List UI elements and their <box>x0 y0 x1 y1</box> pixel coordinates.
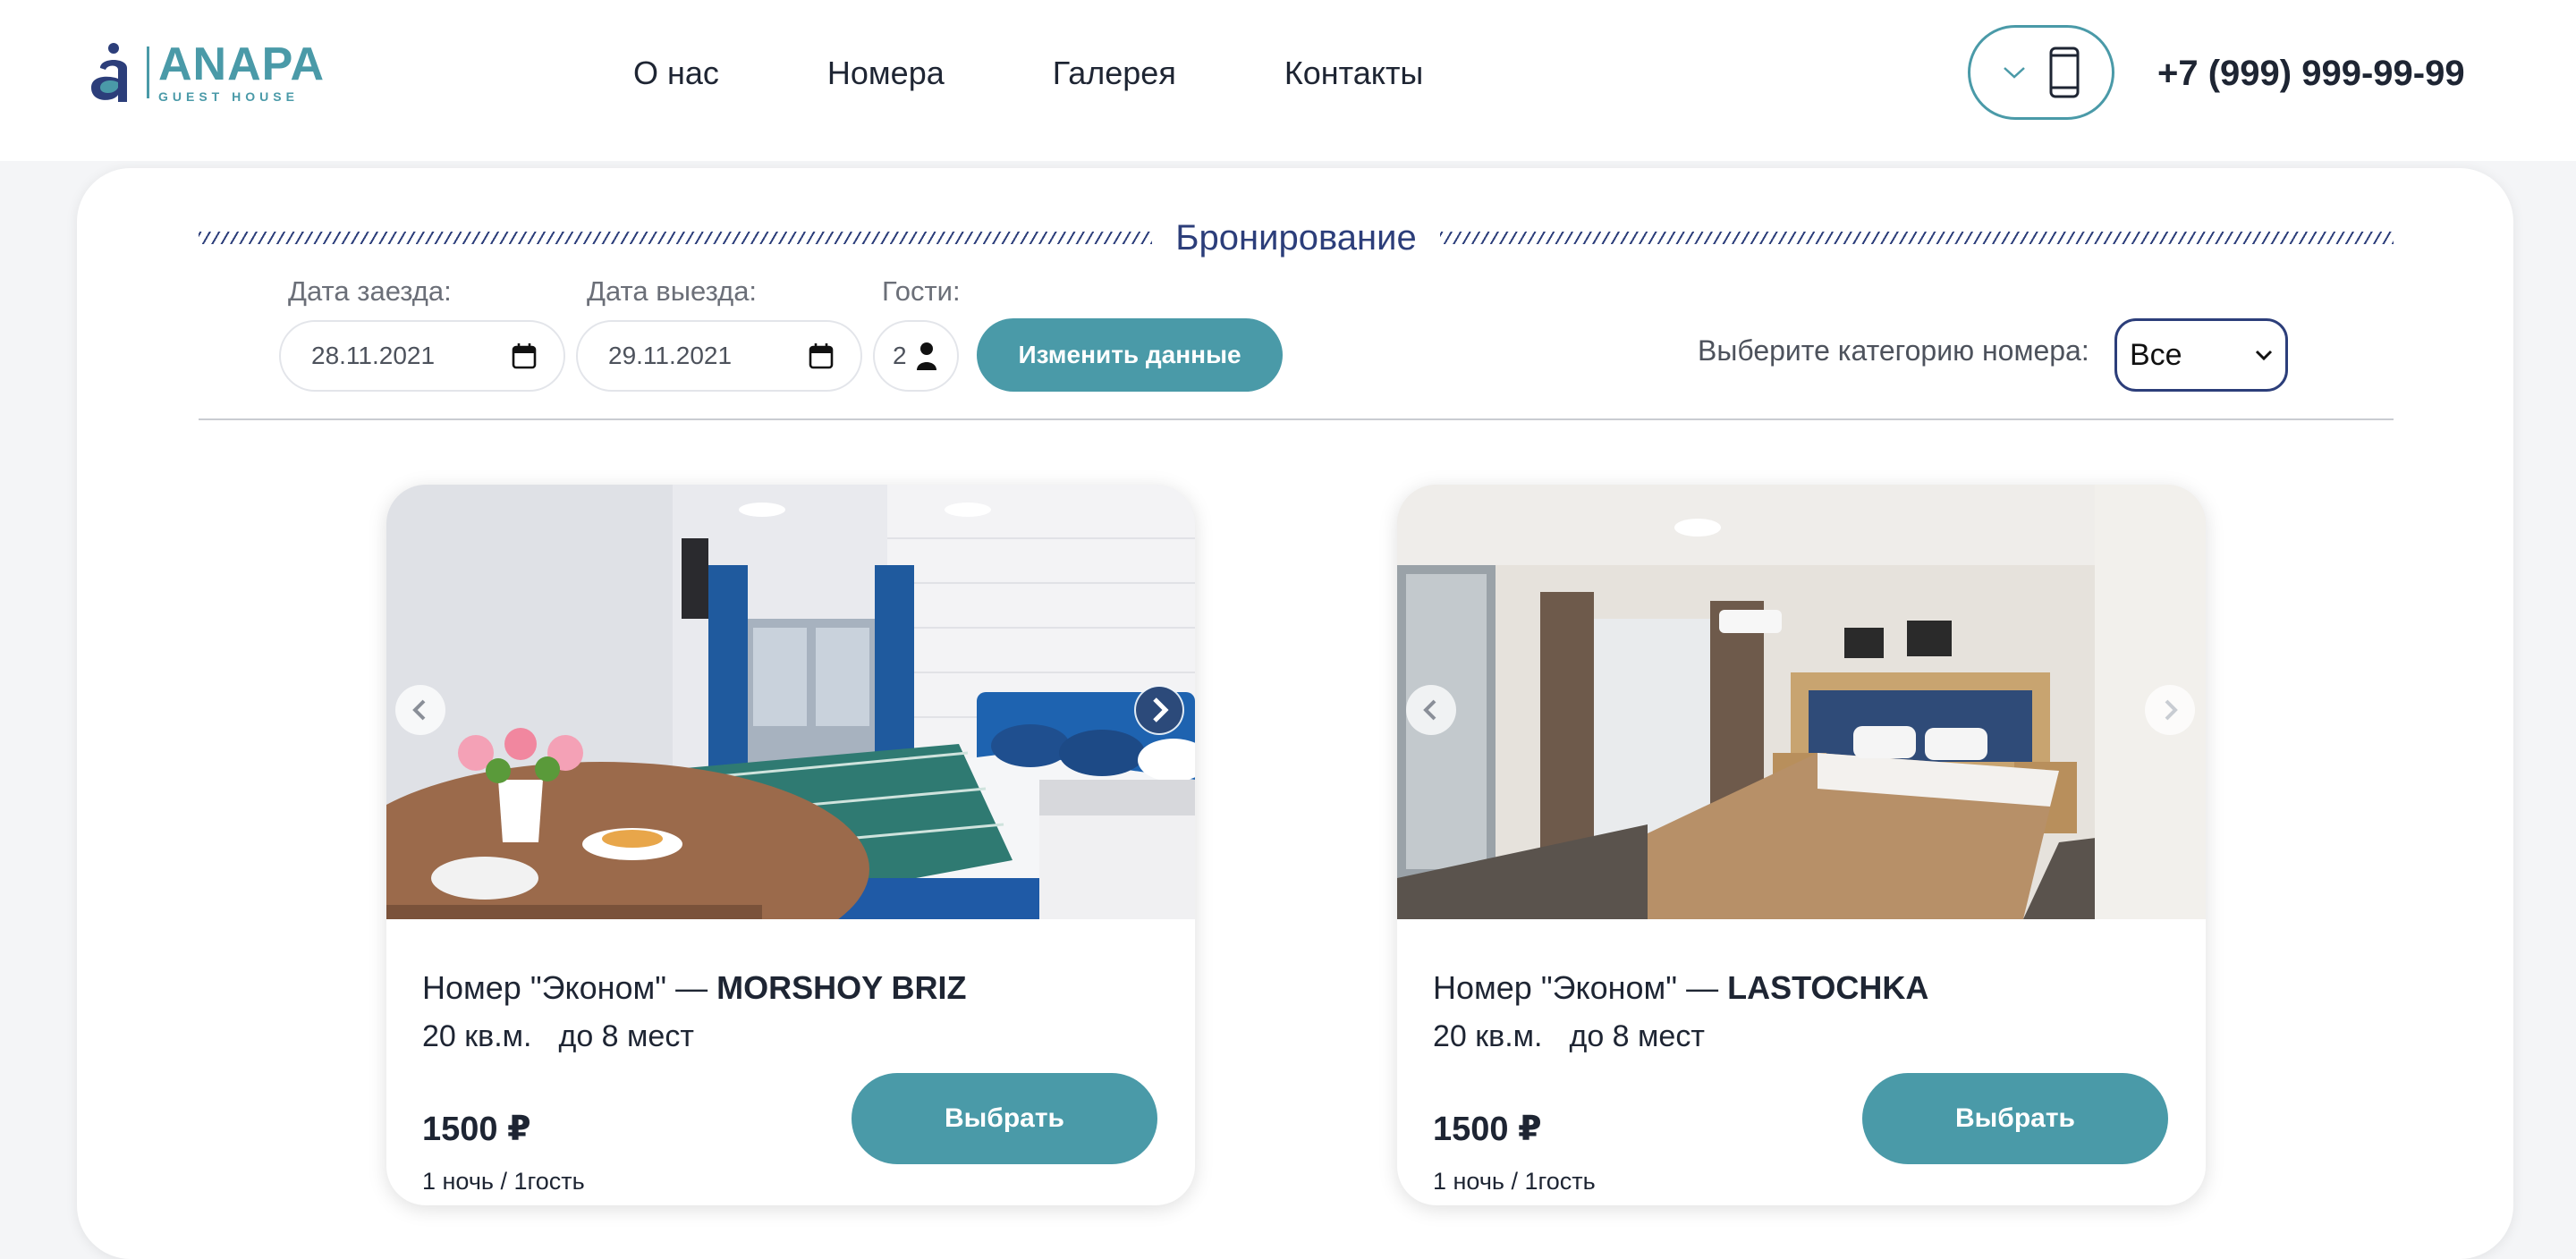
room-specs: 20 кв.м. до 8 мест <box>422 1019 694 1054</box>
carousel-next-button[interactable] <box>2145 685 2195 735</box>
category-select[interactable]: Все <box>2114 318 2288 392</box>
logo-name: ANAPA <box>158 38 326 90</box>
room-title: Номер "Эконом" — LASTOCHKA <box>1433 969 1928 1007</box>
guests-input[interactable]: 2 <box>873 320 959 392</box>
room-title: Номер "Эконом" — MORSHOY BRIZ <box>422 969 966 1007</box>
booking-panel: Бронирование Дата заезда: 28.11.2021 Дат… <box>77 168 2513 1259</box>
carousel-next-button[interactable] <box>1134 685 1184 735</box>
chevron-right-icon <box>1136 687 1182 733</box>
room-type: Номер "Эконом" — <box>422 969 717 1006</box>
booking-heading: Бронирование <box>199 209 2394 266</box>
calendar-icon[interactable] <box>809 342 834 369</box>
nav-link-gallery[interactable]: Галерея <box>1053 50 1176 97</box>
chevron-down-icon <box>2004 67 2025 79</box>
heading-hatch-left <box>199 232 1153 244</box>
category-label: Выберите категорию номера: <box>1698 334 2089 367</box>
room-capacity: до 8 мест <box>1569 1019 1705 1053</box>
heading-hatch-right <box>1439 232 2394 244</box>
chevron-right-icon <box>2165 699 2178 721</box>
category-selected-value: Все <box>2130 337 2182 372</box>
checkout-date-input[interactable]: 29.11.2021 <box>576 320 862 392</box>
room-photo-morshoy-briz <box>386 485 1195 919</box>
room-name: LASTOCHKA <box>1727 969 1929 1006</box>
logo[interactable]: ANAPA GUEST HOUSE <box>88 41 325 104</box>
price-unit: 1 ночь / 1гость <box>1433 1168 1596 1195</box>
room-card: Номер "Эконом" — LASTOCHKA 20 кв.м. до 8… <box>1397 485 2206 1205</box>
person-icon <box>916 342 936 370</box>
select-room-button[interactable]: Выбрать <box>1862 1073 2168 1164</box>
checkin-date-input[interactable]: 28.11.2021 <box>279 320 565 392</box>
smartphone-icon <box>2049 46 2080 98</box>
checkin-date-value: 28.11.2021 <box>311 342 436 369</box>
guests-value: 2 <box>893 342 907 369</box>
carousel-prev-button[interactable] <box>395 685 445 735</box>
price-unit: 1 ночь / 1гость <box>422 1168 585 1195</box>
checkin-label: Дата заезда: <box>288 275 452 307</box>
room-card: Номер "Эконом" — MORSHOY BRIZ 20 кв.м. д… <box>386 485 1195 1205</box>
chevron-left-icon <box>412 699 426 721</box>
guests-label: Гости: <box>882 275 961 307</box>
booking-title: Бронирование <box>1175 218 1417 258</box>
nav-link-about[interactable]: О нас <box>633 50 719 97</box>
room-price: 1500 ₽ <box>1433 1111 1542 1148</box>
nav-link-contacts[interactable]: Контакты <box>1284 50 1424 97</box>
carousel-prev-button[interactable] <box>1406 685 1456 735</box>
room-type: Номер "Эконом" — <box>1433 969 1728 1006</box>
room-capacity: до 8 мест <box>558 1019 694 1053</box>
divider <box>199 418 2394 420</box>
change-data-button[interactable]: Изменить данные <box>977 318 1283 392</box>
room-name: MORSHOY BRIZ <box>716 969 967 1006</box>
logo-divider <box>147 46 149 98</box>
room-area: 20 кв.м. <box>422 1019 532 1053</box>
room-price: 1500 ₽ <box>422 1111 531 1148</box>
nav-link-rooms[interactable]: Номера <box>827 50 945 97</box>
phone-dropdown-button[interactable] <box>1968 25 2114 120</box>
checkout-label: Дата выезда: <box>587 275 758 307</box>
room-photo-lastochka <box>1397 485 2206 919</box>
logo-mark-icon <box>91 43 127 102</box>
phone-number[interactable]: +7 (999) 999-99-99 <box>2157 50 2465 97</box>
room-specs: 20 кв.м. до 8 мест <box>1433 1019 1705 1054</box>
calendar-icon[interactable] <box>512 342 537 369</box>
room-area: 20 кв.м. <box>1433 1019 1543 1053</box>
main-nav: О нас Номера Галерея Контакты <box>633 50 1531 97</box>
site-header: ANAPA GUEST HOUSE О нас Номера Галерея К… <box>0 0 2576 161</box>
chevron-left-icon <box>1423 699 1436 721</box>
logo-tagline: GUEST HOUSE <box>158 89 299 104</box>
select-room-button[interactable]: Выбрать <box>852 1073 1157 1164</box>
chevron-down-icon <box>2255 350 2273 361</box>
checkout-date-value: 29.11.2021 <box>608 342 733 369</box>
